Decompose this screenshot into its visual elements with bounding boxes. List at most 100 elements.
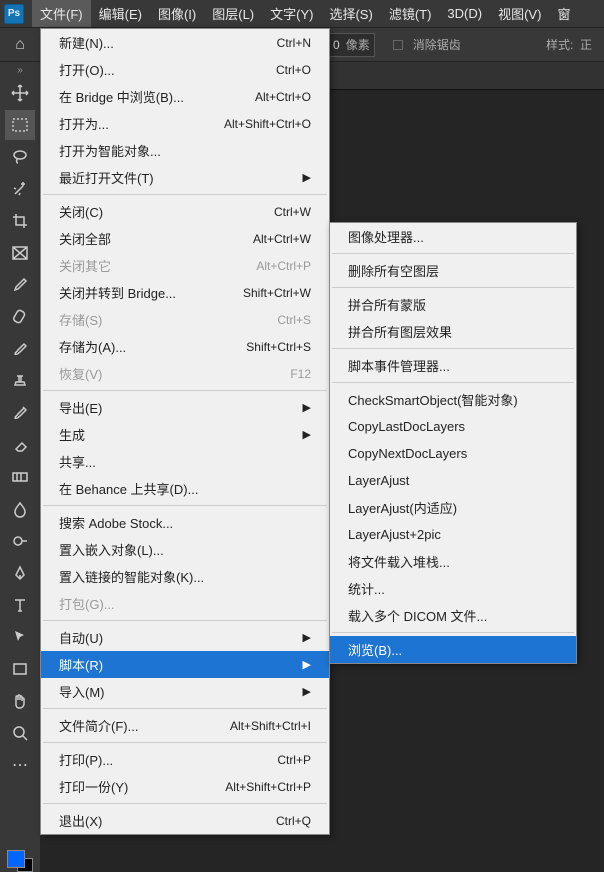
eraser-tool[interactable] bbox=[5, 430, 35, 460]
dodge-tool[interactable] bbox=[5, 526, 35, 556]
menu-item-label: 关闭全部 bbox=[59, 229, 111, 248]
file-item-15[interactable]: 导出(E)▶ bbox=[41, 394, 329, 421]
blur-tool[interactable] bbox=[5, 494, 35, 524]
clone-stamp-tool[interactable] bbox=[5, 366, 35, 396]
menu-image[interactable]: 图像(I) bbox=[150, 0, 204, 27]
wand-tool[interactable] bbox=[5, 174, 35, 204]
lasso-tool[interactable] bbox=[5, 142, 35, 172]
file-item-4[interactable]: 打开为智能对象... bbox=[41, 137, 329, 164]
fg-swatch[interactable] bbox=[7, 850, 25, 868]
file-item-34[interactable]: 退出(X)Ctrl+Q bbox=[41, 807, 329, 834]
px-unit: 像素 bbox=[346, 36, 370, 53]
submenu-arrow-icon: ▶ bbox=[303, 171, 311, 184]
file-item-5[interactable]: 最近打开文件(T)▶ bbox=[41, 164, 329, 191]
scripts-item-11[interactable]: CopyNextDocLayers bbox=[330, 440, 576, 467]
panel-handle-icon[interactable]: » bbox=[5, 66, 35, 74]
scripts-item-5[interactable]: 拼合所有图层效果 bbox=[330, 318, 576, 345]
scripts-item-9[interactable]: CheckSmartObject(智能对象) bbox=[330, 386, 576, 413]
frame-tool[interactable] bbox=[5, 238, 35, 268]
file-item-2[interactable]: 在 Bridge 中浏览(B)...Alt+Ctrl+O bbox=[41, 83, 329, 110]
scripts-item-14[interactable]: LayerAjust+2pic bbox=[330, 521, 576, 548]
file-item-26[interactable]: 脚本(R)▶ bbox=[41, 651, 329, 678]
menu-item-label: 将文件载入堆栈... bbox=[348, 552, 450, 571]
hand-tool[interactable] bbox=[5, 686, 35, 716]
scripts-item-16[interactable]: 统计... bbox=[330, 575, 576, 602]
menu-item-label: 打开(O)... bbox=[59, 60, 115, 79]
shortcut-label: Ctrl+N bbox=[277, 36, 311, 50]
file-item-29[interactable]: 文件简介(F)...Alt+Shift+Ctrl+I bbox=[41, 712, 329, 739]
menu-item-label: 脚本事件管理器... bbox=[348, 356, 450, 375]
submenu-arrow-icon: ▶ bbox=[303, 428, 311, 441]
file-item-27[interactable]: 导入(M)▶ bbox=[41, 678, 329, 705]
menu-edit[interactable]: 编辑(E) bbox=[91, 0, 150, 27]
file-item-1[interactable]: 打开(O)...Ctrl+O bbox=[41, 56, 329, 83]
menu-window[interactable]: 窗 bbox=[549, 0, 578, 27]
menu-item-label: 删除所有空图层 bbox=[348, 261, 439, 280]
file-item-0[interactable]: 新建(N)...Ctrl+N bbox=[41, 29, 329, 56]
menu-file[interactable]: 文件(F) bbox=[32, 0, 91, 27]
menu-3d[interactable]: 3D(D) bbox=[439, 2, 490, 25]
menu-item-label: 脚本(R) bbox=[59, 655, 103, 674]
scripts-item-19[interactable]: 浏览(B)... bbox=[330, 636, 576, 663]
scripts-item-15[interactable]: 将文件载入堆栈... bbox=[330, 548, 576, 575]
menu-item-label: 载入多个 DICOM 文件... bbox=[348, 606, 487, 625]
file-item-8[interactable]: 关闭全部Alt+Ctrl+W bbox=[41, 225, 329, 252]
file-item-16[interactable]: 生成▶ bbox=[41, 421, 329, 448]
marquee-tool[interactable] bbox=[5, 110, 35, 140]
scripts-item-10[interactable]: CopyLastDocLayers bbox=[330, 413, 576, 440]
history-brush-tool[interactable] bbox=[5, 398, 35, 428]
home-icon[interactable]: ⌂ bbox=[6, 32, 34, 58]
menu-item-label: 搜索 Adobe Stock... bbox=[59, 513, 173, 532]
menu-select[interactable]: 选择(S) bbox=[321, 0, 380, 27]
crop-tool[interactable] bbox=[5, 206, 35, 236]
scripts-item-13[interactable]: LayerAjust(内适应) bbox=[330, 494, 576, 521]
menu-item-label: 置入链接的智能对象(K)... bbox=[59, 567, 204, 586]
menu-layer[interactable]: 图层(L) bbox=[204, 0, 262, 27]
scripts-item-2[interactable]: 删除所有空图层 bbox=[330, 257, 576, 284]
file-item-7[interactable]: 关闭(C)Ctrl+W bbox=[41, 198, 329, 225]
scripts-item-17[interactable]: 载入多个 DICOM 文件... bbox=[330, 602, 576, 629]
path-select-tool[interactable] bbox=[5, 622, 35, 652]
eyedropper-tool[interactable] bbox=[5, 270, 35, 300]
feather-input[interactable]: 0 像素 bbox=[328, 33, 375, 57]
antialias-checkbox[interactable] bbox=[393, 40, 403, 50]
submenu-arrow-icon: ▶ bbox=[303, 401, 311, 414]
file-item-3[interactable]: 打开为...Alt+Shift+Ctrl+O bbox=[41, 110, 329, 137]
file-item-12[interactable]: 存储为(A)... Shift+Ctrl+S bbox=[41, 333, 329, 360]
scripts-item-12[interactable]: LayerAjust bbox=[330, 467, 576, 494]
edit-toolbar-icon[interactable]: ⋯ bbox=[5, 750, 35, 780]
menu-view[interactable]: 视图(V) bbox=[490, 0, 549, 27]
type-tool[interactable] bbox=[5, 590, 35, 620]
file-item-20[interactable]: 搜索 Adobe Stock... bbox=[41, 509, 329, 536]
menu-item-label: 在 Bridge 中浏览(B)... bbox=[59, 87, 184, 106]
shortcut-label: Shift+Ctrl+S bbox=[246, 340, 311, 354]
file-item-22[interactable]: 置入链接的智能对象(K)... bbox=[41, 563, 329, 590]
file-item-17[interactable]: 共享... bbox=[41, 448, 329, 475]
file-item-32[interactable]: 打印一份(Y)Alt+Shift+Ctrl+P bbox=[41, 773, 329, 800]
file-item-21[interactable]: 置入嵌入对象(L)... bbox=[41, 536, 329, 563]
menu-item-label: 自动(U) bbox=[59, 628, 103, 647]
menu-type[interactable]: 文字(Y) bbox=[262, 0, 321, 27]
file-item-25[interactable]: 自动(U)▶ bbox=[41, 624, 329, 651]
file-item-31[interactable]: 打印(P)...Ctrl+P bbox=[41, 746, 329, 773]
menu-item-label: 关闭其它 bbox=[59, 256, 111, 275]
pen-tool[interactable] bbox=[5, 558, 35, 588]
scripts-item-7[interactable]: 脚本事件管理器... bbox=[330, 352, 576, 379]
menu-item-label: 存储为(A)... bbox=[59, 337, 126, 356]
spot-heal-tool[interactable] bbox=[5, 302, 35, 332]
brush-tool[interactable] bbox=[5, 334, 35, 364]
scripts-item-0[interactable]: 图像处理器... bbox=[330, 223, 576, 250]
menu-filter[interactable]: 滤镜(T) bbox=[381, 0, 440, 27]
file-item-10[interactable]: 关闭并转到 Bridge...Shift+Ctrl+W bbox=[41, 279, 329, 306]
zoom-tool[interactable] bbox=[5, 718, 35, 748]
scripts-item-4[interactable]: 拼合所有蒙版 bbox=[330, 291, 576, 318]
menu-item-label: 打印(P)... bbox=[59, 750, 113, 769]
rectangle-tool[interactable] bbox=[5, 654, 35, 684]
file-item-18[interactable]: 在 Behance 上共享(D)... bbox=[41, 475, 329, 502]
menu-item-label: 在 Behance 上共享(D)... bbox=[59, 479, 198, 498]
move-tool[interactable] bbox=[5, 78, 35, 108]
shortcut-label: Alt+Shift+Ctrl+O bbox=[224, 117, 311, 131]
gradient-tool[interactable] bbox=[5, 462, 35, 492]
style-label: 样式: 正 bbox=[546, 36, 592, 53]
px-value: 0 bbox=[333, 38, 340, 52]
